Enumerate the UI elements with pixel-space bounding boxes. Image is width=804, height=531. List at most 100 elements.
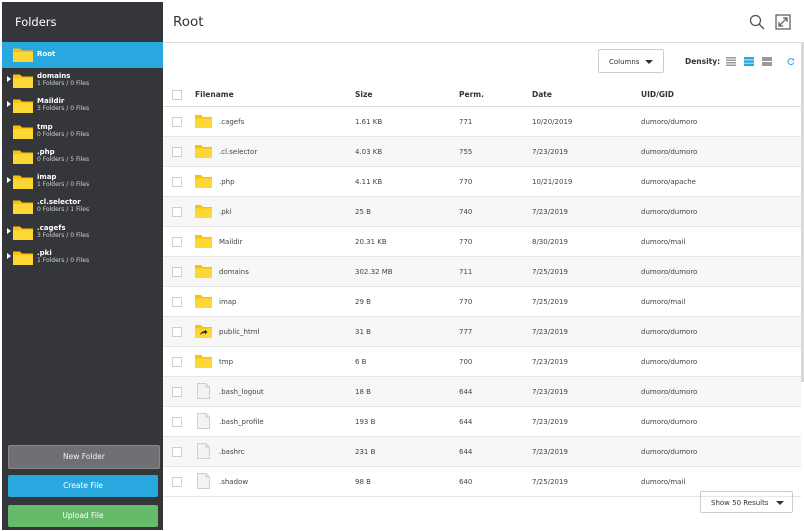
cell-filename[interactable]: .cagefs — [219, 118, 244, 126]
table-row[interactable]: domains 302.32 MB 711 7/25/2019 dumoro/dumor… — [163, 257, 801, 287]
select-all-checkbox[interactable] — [172, 90, 182, 100]
cell-filename[interactable]: imap — [219, 298, 237, 306]
cell-filename[interactable]: .bash_profile — [219, 418, 264, 426]
cell-filename[interactable]: .shadow — [219, 478, 248, 486]
sidebar-item-maildir[interactable]: Maildir 3 Folders / 0 Files — [2, 93, 163, 118]
caret-right-icon[interactable] — [7, 101, 11, 108]
row-checkbox[interactable] — [172, 147, 182, 157]
table-row[interactable]: tmp 6 B 700 7/23/2019 dumoro/dumoro — [163, 347, 801, 377]
row-checkbox[interactable] — [172, 327, 182, 337]
cell-filename[interactable]: tmp — [219, 358, 233, 366]
density-standard-icon[interactable] — [744, 57, 754, 66]
search-icon[interactable] — [749, 14, 765, 30]
sidebar-item-label: .cagefs — [37, 223, 66, 232]
sidebar-item-meta: 0 Folders / 0 Files — [37, 130, 90, 138]
density-comfortable-icon[interactable] — [762, 57, 772, 66]
caret-right-icon[interactable] — [7, 227, 11, 234]
cell-filename[interactable]: .pki — [219, 208, 232, 216]
folder-link-icon — [195, 325, 212, 338]
main-header: Root — [163, 2, 801, 43]
folder-icon — [13, 226, 33, 240]
sidebar-item-domains[interactable]: domains 1 Folders / 0 Files — [2, 68, 163, 93]
row-checkbox[interactable] — [172, 477, 182, 487]
cell-filename[interactable]: .php — [219, 178, 235, 186]
cell-perm: 711 — [459, 268, 473, 276]
row-checkbox[interactable] — [172, 387, 182, 397]
document-icon — [197, 473, 210, 489]
row-checkbox[interactable] — [172, 207, 182, 217]
table-row[interactable]: .php 4.11 KB 770 10/21/2019 dumoro/apache — [163, 167, 801, 197]
density-compact-icon[interactable] — [726, 57, 736, 66]
table-row[interactable]: public_html 31 B 777 7/23/2019 dumoro/dumoro — [163, 317, 801, 347]
cell-filename[interactable]: Maildir — [219, 238, 243, 246]
columns-dropdown[interactable]: Columns — [598, 49, 664, 73]
table-row[interactable]: .bashrc 231 B 644 7/23/2019 dumoro/dumoro — [163, 437, 801, 467]
cell-date: 7/25/2019 — [532, 298, 568, 306]
column-header-filename[interactable]: Filename — [195, 90, 234, 99]
expand-icon[interactable] — [775, 14, 791, 30]
folder-icon — [195, 115, 212, 128]
cell-filename[interactable]: .bashrc — [219, 448, 245, 456]
cell-date: 7/23/2019 — [532, 388, 568, 396]
create-file-button[interactable]: Create File — [8, 475, 158, 497]
row-checkbox[interactable] — [172, 297, 182, 307]
sidebar-item-cl-selector[interactable]: .cl.selector 0 Folders / 1 Files — [2, 194, 163, 219]
sidebar-item-pki[interactable]: .pki 1 Folders / 0 Files — [2, 245, 163, 270]
table-row[interactable]: .cl.selector 4.03 KB 755 7/23/2019 dumoro/du… — [163, 137, 801, 167]
cell-perm: 644 — [459, 388, 473, 396]
column-header-size[interactable]: Size — [355, 90, 372, 99]
caret-down-icon — [776, 501, 784, 505]
cell-filename[interactable]: domains — [219, 268, 249, 276]
upload-file-button[interactable]: Upload File — [8, 505, 158, 527]
caret-right-icon[interactable] — [7, 177, 11, 184]
cell-filename[interactable]: .cl.selector — [219, 148, 257, 156]
row-checkbox[interactable] — [172, 447, 182, 457]
caret-right-icon[interactable] — [7, 253, 11, 260]
cell-date: 7/25/2019 — [532, 478, 568, 486]
row-checkbox[interactable] — [172, 177, 182, 187]
sidebar-item-cagefs[interactable]: .cagefs 3 Folders / 0 Files — [2, 220, 163, 245]
cell-filename[interactable]: public_html — [219, 328, 260, 336]
refresh-icon[interactable] — [787, 57, 795, 66]
cell-uid-gid: dumoro/dumoro — [641, 208, 698, 216]
new-folder-button[interactable]: New Folder — [8, 445, 160, 469]
table-row[interactable]: .bash_profile 193 B 644 7/23/2019 dumoro/dum… — [163, 407, 801, 437]
cell-date: 7/23/2019 — [532, 208, 568, 216]
cell-perm: 640 — [459, 478, 473, 486]
row-checkbox[interactable] — [172, 267, 182, 277]
sidebar-item-label: .php — [37, 147, 55, 156]
sidebar-item-label: Maildir — [37, 97, 65, 106]
cell-uid-gid: dumoro/mail — [641, 478, 686, 486]
cell-perm: 644 — [459, 418, 473, 426]
folder-icon — [195, 295, 212, 308]
folder-icon — [195, 235, 212, 248]
cell-date: 7/23/2019 — [532, 358, 568, 366]
column-header-perm[interactable]: Perm. — [459, 90, 484, 99]
table-row[interactable]: .pki 25 B 740 7/23/2019 dumoro/dumoro — [163, 197, 801, 227]
folder-icon — [195, 205, 212, 218]
sidebar-item-meta: 3 Folders / 0 Files — [37, 231, 90, 239]
cell-filename[interactable]: .bash_logout — [219, 388, 264, 396]
sidebar-item-imap[interactable]: imap 1 Folders / 0 Files — [2, 169, 163, 194]
sidebar-title: Folders — [15, 15, 57, 29]
column-header-date[interactable]: Date — [532, 90, 552, 99]
sidebar-item-php[interactable]: .php 0 Folders / 5 Files — [2, 144, 163, 169]
table-row[interactable]: Maildir 20.31 KB 770 8/30/2019 dumoro/mail — [163, 227, 801, 257]
row-checkbox[interactable] — [172, 117, 182, 127]
document-icon — [197, 443, 210, 459]
sidebar-item-root[interactable]: Root — [2, 42, 163, 68]
cell-date: 7/23/2019 — [532, 148, 568, 156]
show-results-label: Show 50 Results — [711, 499, 769, 507]
caret-right-icon[interactable] — [7, 76, 11, 82]
row-checkbox[interactable] — [172, 357, 182, 367]
table-row[interactable]: .bash_logout 18 B 644 7/23/2019 dumoro/dumor… — [163, 377, 801, 407]
sidebar-item-meta: 1 Folders / 0 Files — [37, 257, 90, 265]
row-checkbox[interactable] — [172, 417, 182, 427]
sidebar-item-meta: 1 Folders / 0 Files — [37, 181, 90, 189]
table-row[interactable]: .cagefs 1.61 KB 771 10/20/2019 dumoro/dumoro — [163, 107, 801, 137]
column-header-uid-gid[interactable]: UID/GID — [641, 90, 674, 99]
show-results-dropdown[interactable]: Show 50 Results — [700, 491, 793, 513]
row-checkbox[interactable] — [172, 237, 182, 247]
sidebar-item-tmp[interactable]: tmp 0 Folders / 0 Files — [2, 119, 163, 144]
table-row[interactable]: imap 29 B 770 7/25/2019 dumoro/mail — [163, 287, 801, 317]
